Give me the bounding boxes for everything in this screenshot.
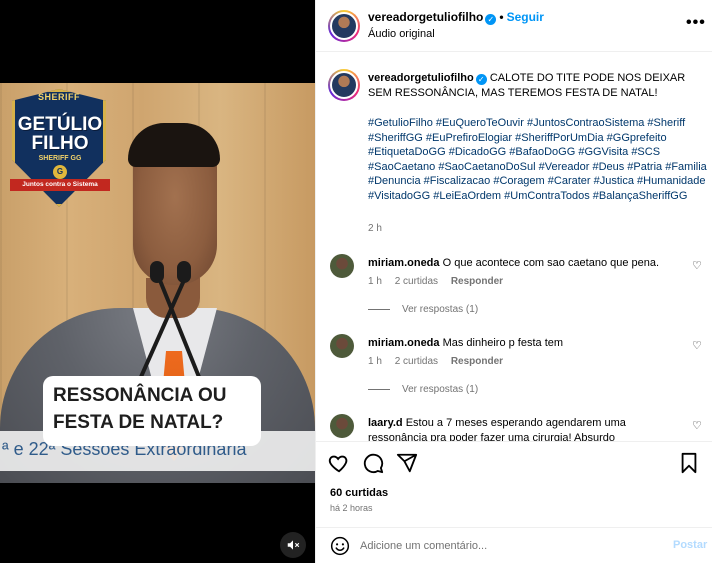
- comment-input[interactable]: [360, 536, 660, 556]
- follow-button[interactable]: Seguir: [507, 10, 544, 24]
- hashtags[interactable]: #GetulioFilho #EuQueroTeOuvir #JuntosCon…: [368, 116, 708, 203]
- view-replies-button[interactable]: Ver respostas (1): [368, 304, 478, 315]
- like-comment-icon[interactable]: ♡: [692, 419, 702, 432]
- heart-icon[interactable]: [328, 452, 350, 474]
- post-comment-button[interactable]: Postar: [673, 539, 707, 551]
- post-actions: 60 curtidas há 2 horas: [316, 441, 712, 519]
- emoji-icon[interactable]: [330, 536, 350, 556]
- reply-button[interactable]: Responder: [451, 276, 503, 287]
- avatar[interactable]: [330, 334, 354, 358]
- post-header: vereadorgetuliofilho ✓ • Seguir Áudio origi…: [316, 0, 712, 52]
- comment-likes[interactable]: 2 curtidas: [395, 356, 438, 367]
- verified-badge-icon: ✓: [475, 74, 487, 85]
- like-comment-icon[interactable]: ♡: [692, 259, 702, 272]
- video-caption-overlay: RESSONÂNCIA OU FESTA DE NATAL?: [43, 376, 261, 446]
- sheriff-badge-logo: SHERIFF GETÚLIO FILHO SHERIFF GG G Junto…: [10, 89, 110, 207]
- mute-button[interactable]: [280, 532, 306, 558]
- avatar[interactable]: [328, 69, 360, 101]
- caption-username[interactable]: vereadorgetuliofilho: [368, 72, 474, 84]
- comment-text: O que acontece com sao caetano que pena.: [442, 257, 660, 269]
- instagram-post-view: SHERIFF GETÚLIO FILHO SHERIFF GG G Junto…: [0, 0, 712, 563]
- video-player[interactable]: SHERIFF GETÚLIO FILHO SHERIFF GG G Junto…: [0, 0, 315, 563]
- avatar[interactable]: [330, 414, 354, 438]
- likes-count[interactable]: 60 curtidas: [330, 487, 388, 499]
- comment-time: 1 h: [368, 276, 382, 287]
- avatar[interactable]: [330, 254, 354, 278]
- comments-scroll[interactable]: vereadorgetuliofilho ✓ CALOTE DO TITE POD…: [316, 53, 712, 441]
- post-timestamp: há 2 horas: [330, 503, 373, 513]
- comment-text: Mas dinheiro p festa tem: [442, 337, 564, 349]
- verified-badge-icon: ✓: [485, 14, 497, 25]
- comment-username[interactable]: laary.d: [368, 417, 403, 429]
- post-side-panel: vereadorgetuliofilho ✓ • Seguir Áudio origi…: [315, 0, 712, 563]
- like-comment-icon[interactable]: ♡: [692, 339, 702, 352]
- reply-button[interactable]: Responder: [451, 356, 503, 367]
- more-options-icon[interactable]: •••: [686, 14, 706, 32]
- comment-likes[interactable]: 2 curtidas: [395, 276, 438, 287]
- comment-username[interactable]: miriam.oneda: [368, 337, 440, 349]
- post-time: 2 h: [368, 223, 382, 234]
- comment-username[interactable]: miriam.oneda: [368, 257, 440, 269]
- view-replies-button[interactable]: Ver respostas (1): [368, 384, 478, 395]
- original-audio-link[interactable]: Áudio original: [368, 28, 435, 40]
- video-frame: SHERIFF GETÚLIO FILHO SHERIFF GG G Junto…: [0, 83, 315, 483]
- header-username[interactable]: vereadorgetuliofilho: [368, 10, 483, 24]
- comment-icon[interactable]: [362, 452, 384, 474]
- avatar[interactable]: [328, 10, 360, 42]
- comment-text: Estou a 7 meses esperando agendarem uma …: [368, 417, 626, 441]
- speaker-muted-icon: [287, 540, 300, 550]
- post-caption: vereadorgetuliofilho ✓ CALOTE DO TITE POD…: [368, 71, 698, 101]
- bookmark-icon[interactable]: [678, 452, 700, 474]
- comment-time: 1 h: [368, 356, 382, 367]
- share-icon[interactable]: [396, 452, 418, 474]
- comment-composer: Postar: [316, 527, 712, 563]
